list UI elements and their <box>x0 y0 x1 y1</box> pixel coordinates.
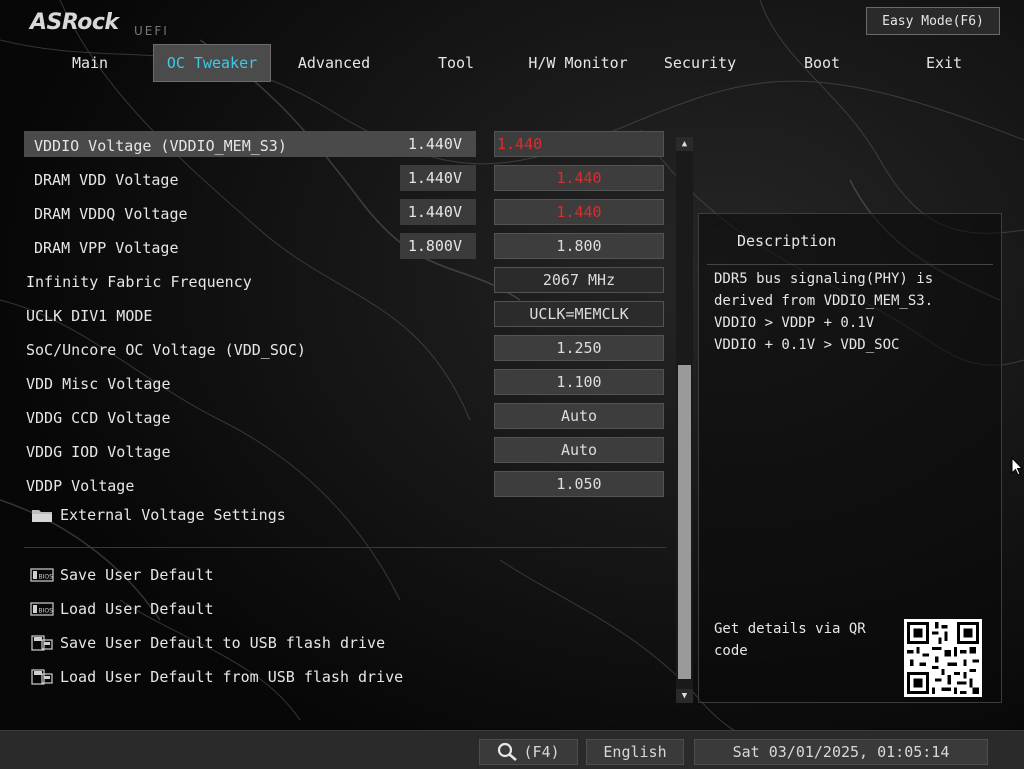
language-button[interactable]: English <box>586 739 684 765</box>
tab-hw-monitor[interactable]: H/W Monitor <box>518 44 638 82</box>
brand-sub: UEFI <box>134 24 169 38</box>
submenu-external-voltage-settings[interactable]: External Voltage Settings <box>30 502 286 528</box>
search-icon <box>498 742 518 761</box>
mouse-cursor-icon <box>1011 457 1023 476</box>
action-label: Save User Default <box>60 566 214 584</box>
section-divider <box>24 547 666 548</box>
tab-exit[interactable]: Exit <box>884 44 1004 82</box>
bios-icon: BIOS <box>30 602 54 616</box>
tab-security[interactable]: Security <box>640 44 760 82</box>
usb-drive-icon <box>31 669 53 685</box>
main-tabs: Main OC Tweaker Advanced Tool H/W Monito… <box>30 44 990 82</box>
tab-main[interactable]: Main <box>30 44 150 82</box>
qr-code-icon[interactable] <box>904 619 982 697</box>
easy-mode-button[interactable]: Easy Mode(F6) <box>866 7 1000 35</box>
qr-caption: Get details via QR <box>714 621 866 637</box>
bios-icon: BIOS <box>30 568 54 582</box>
action-label: Save User Default to USB flash drive <box>60 634 386 652</box>
description-divider <box>707 264 993 265</box>
folder-icon <box>32 510 52 522</box>
usb-drive-icon <box>31 635 53 651</box>
tab-tool[interactable]: Tool <box>396 44 516 82</box>
footer-bar: (F4) English Sat 03/01/2025, 01:05:14 <box>0 730 1024 769</box>
action-save-user-default[interactable]: BIOS Save User Default <box>30 562 214 588</box>
description-title: Description <box>737 232 837 250</box>
description-line: VDDIO + 0.1V > VDD_SOC <box>714 337 900 353</box>
description-line: DDR5 bus signaling(PHY) is <box>714 271 934 287</box>
action-label: Load User Default <box>60 600 214 618</box>
svg-text:BIOS: BIOS <box>39 608 54 615</box>
brand-name: ASRock <box>30 10 119 35</box>
action-save-user-default-usb[interactable]: Save User Default to USB flash drive <box>30 630 385 656</box>
tab-boot[interactable]: Boot <box>762 44 882 82</box>
tab-oc-tweaker[interactable]: OC Tweaker <box>153 44 271 82</box>
scroll-up-icon[interactable]: ▲ <box>676 137 693 151</box>
description-line: derived from VDDIO_MEM_S3. <box>714 293 934 309</box>
search-button[interactable]: (F4) <box>479 739 578 765</box>
tab-advanced[interactable]: Advanced <box>274 44 394 82</box>
search-shortcut: (F4) <box>523 743 560 761</box>
submenu-label: External Voltage Settings <box>60 506 286 524</box>
description-line: VDDIO > VDDP + 0.1V <box>714 315 875 331</box>
action-load-user-default-usb[interactable]: Load User Default from USB flash drive <box>30 664 403 690</box>
description-panel: Description DDR5 bus signaling(PHY) is d… <box>698 213 1002 703</box>
qr-caption: code <box>714 643 748 659</box>
settings-scrollbar[interactable]: ▲ ▼ <box>676 137 693 703</box>
svg-text:BIOS: BIOS <box>39 574 54 581</box>
action-label: Load User Default from USB flash drive <box>60 668 404 686</box>
asrock-logo: ASRock UEFI <box>30 10 167 38</box>
action-load-user-default[interactable]: BIOS Load User Default <box>30 596 214 622</box>
datetime-display[interactable]: Sat 03/01/2025, 01:05:14 <box>694 739 988 765</box>
scrollbar-thumb[interactable] <box>678 365 691 679</box>
scroll-down-icon[interactable]: ▼ <box>676 689 693 703</box>
